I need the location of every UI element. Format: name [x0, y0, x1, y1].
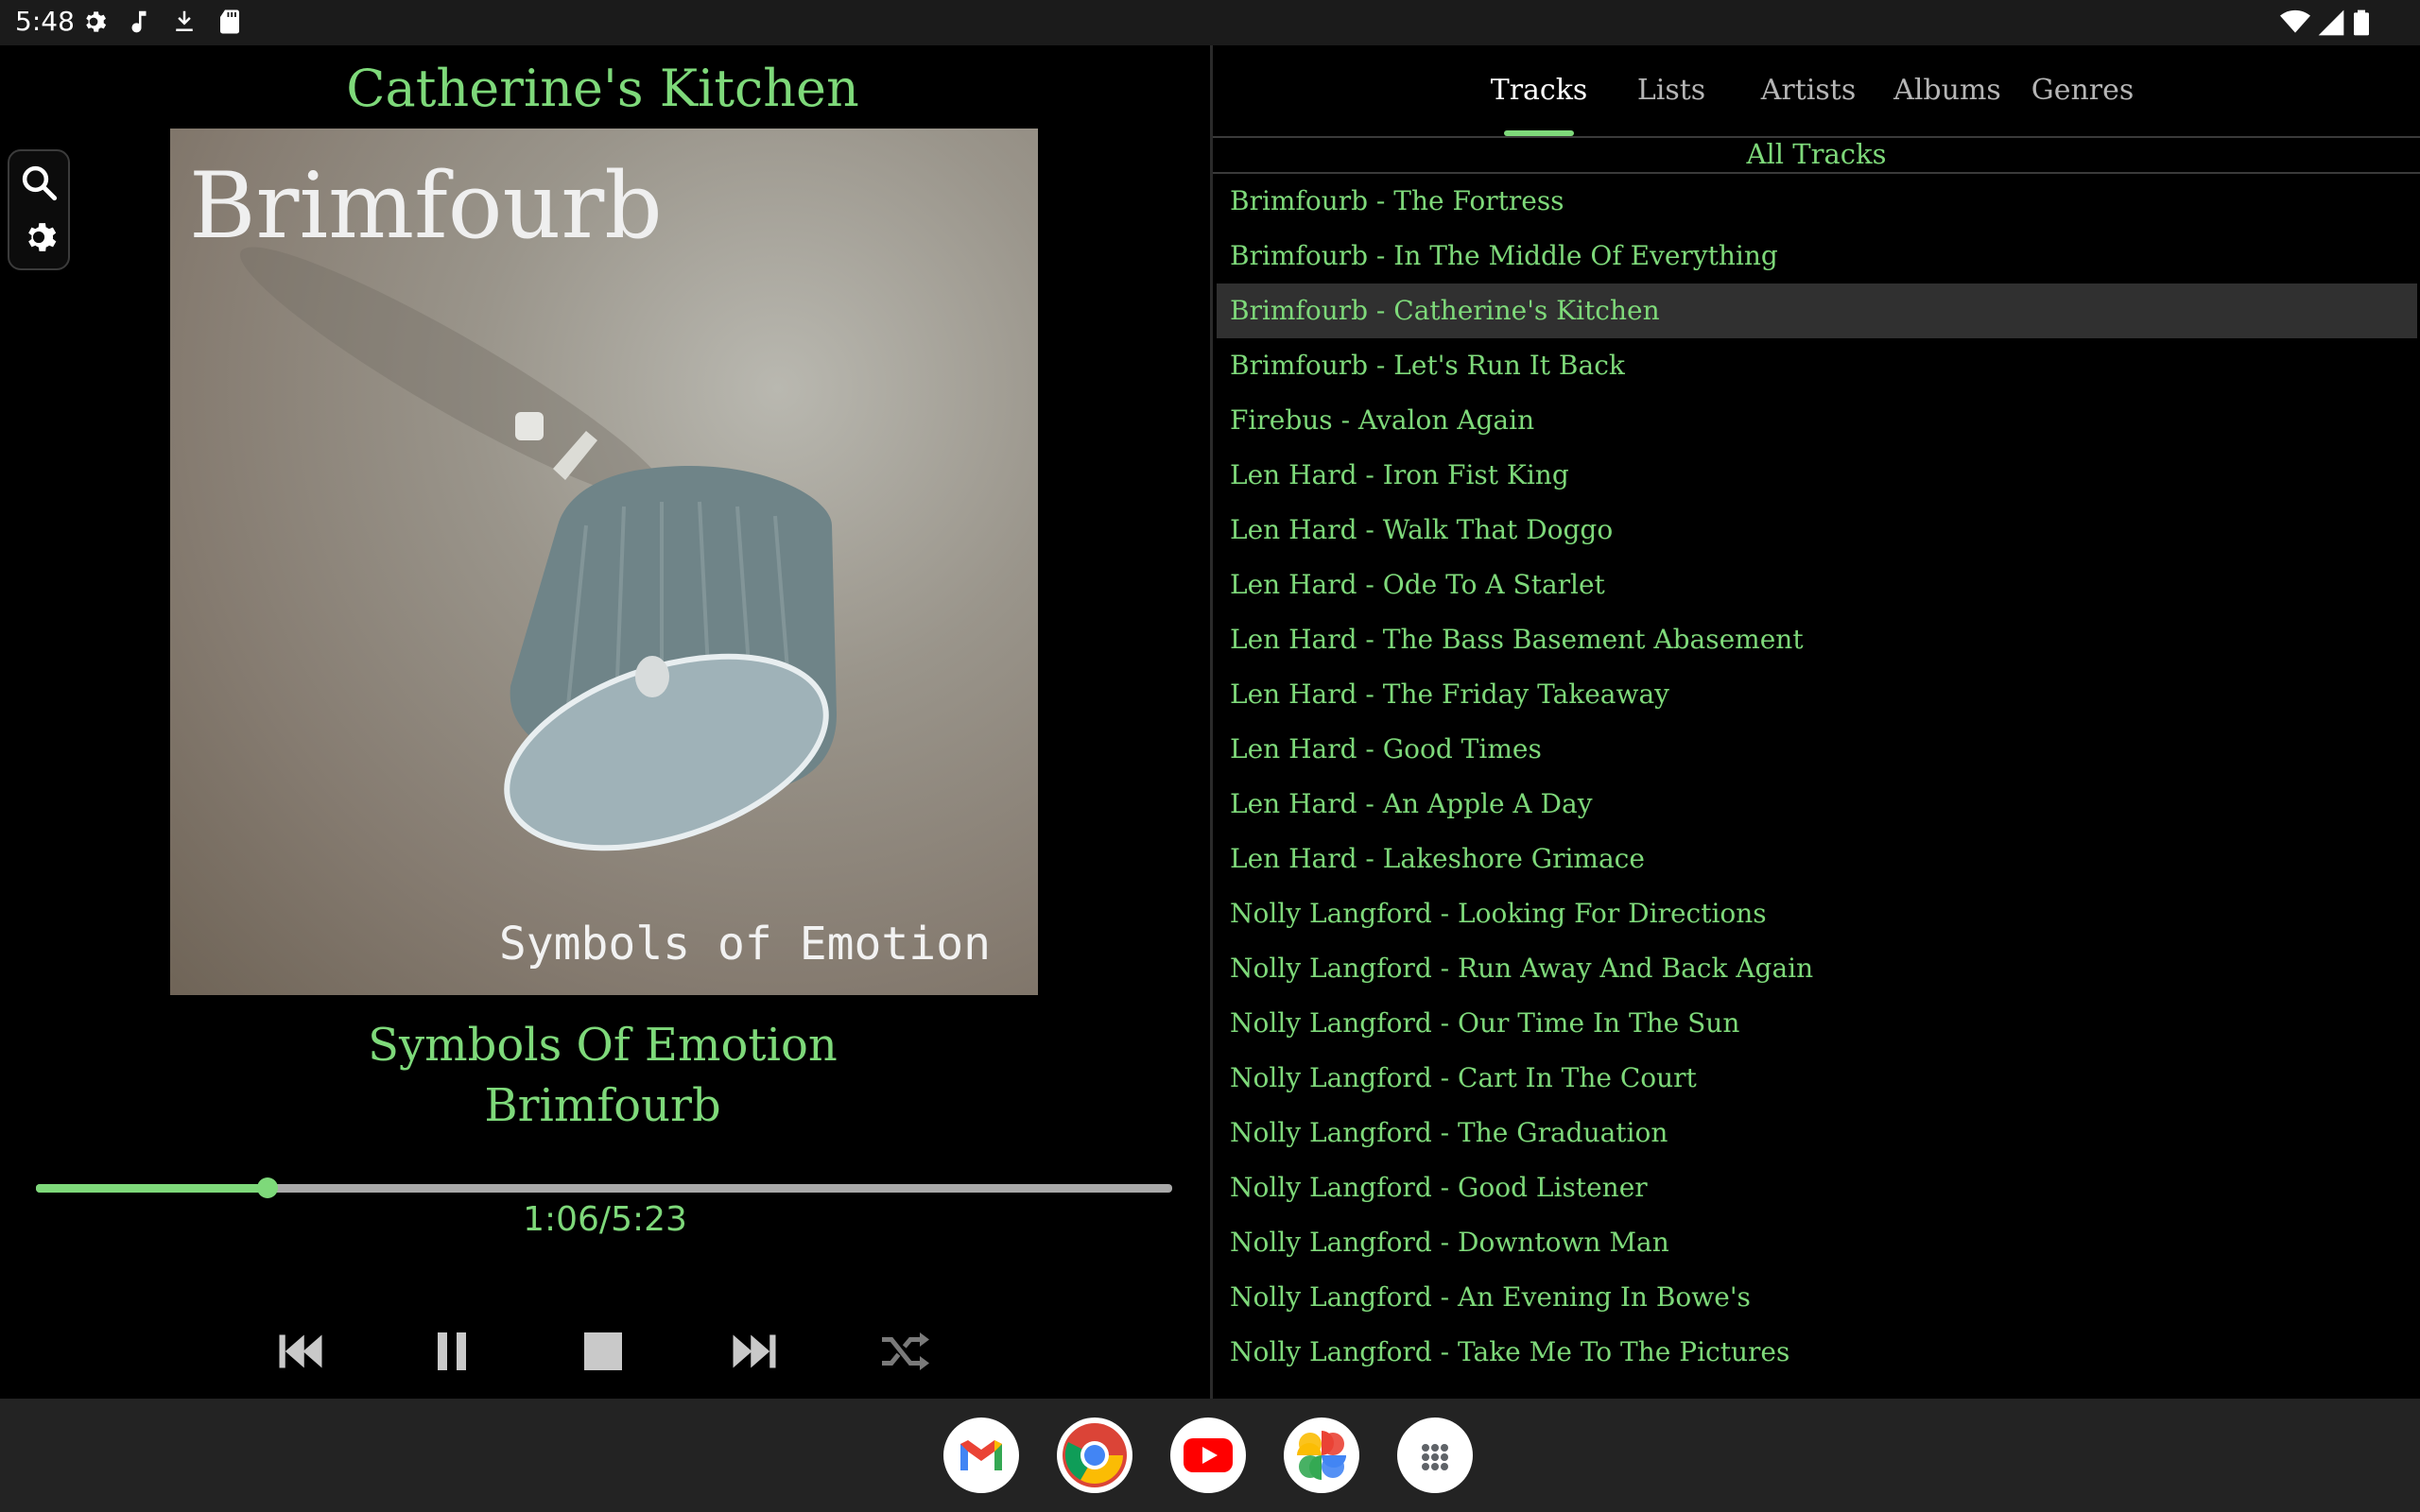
track-row[interactable]: Nolly Langford - The Graduation [1217, 1106, 2417, 1160]
track-row[interactable]: Len Hard - An Apple A Day [1217, 777, 2417, 832]
track-row-label: Len Hard - The Friday Takeaway [1230, 679, 1669, 710]
app-drawer-icon[interactable] [1397, 1418, 1473, 1493]
track-row[interactable]: Len Hard - Lakeshore Grimace [1217, 832, 2417, 886]
cover-album-text: Symbols of Emotion [498, 918, 991, 971]
track-row-label: Brimfourb - The Fortress [1230, 185, 1564, 216]
album-cover-art: Brimfourb Symbols of Emotion [170, 129, 1038, 995]
track-row[interactable]: Firebus - Avalon Again [1217, 393, 2417, 448]
sd-card-icon [220, 9, 239, 34]
cover-artist-text: Brimfourb [189, 153, 663, 259]
wifi-icon [2280, 9, 2310, 33]
track-row[interactable]: Len Hard - Iron Fist King [1217, 448, 2417, 503]
seek-bar[interactable] [36, 1177, 1172, 1198]
track-row-label: Len Hard - Walk That Doggo [1230, 514, 1614, 545]
tab-lists[interactable]: Lists [1619, 74, 1723, 107]
photos-icon[interactable] [1284, 1418, 1359, 1493]
track-row-label: Nolly Langford - Take Me To The Pictures [1230, 1336, 1790, 1367]
track-row-label: Len Hard - An Apple A Day [1230, 788, 1593, 819]
tab-albums[interactable]: Albums [1886, 74, 2009, 107]
seek-bar-thumb[interactable] [257, 1177, 279, 1198]
track-row-label: Nolly Langford - Good Listener [1230, 1172, 1648, 1203]
track-row[interactable]: Len Hard - The Friday Takeaway [1217, 667, 2417, 722]
track-list[interactable]: Brimfourb - The Fortress Brimfourb - In T… [1213, 174, 2420, 1399]
track-row[interactable]: Nolly Langford - Our Time In The Sun [1217, 996, 2417, 1051]
chrome-icon[interactable] [1057, 1418, 1132, 1493]
seek-bar-progress [36, 1184, 268, 1193]
status-time: 5:48 [15, 6, 75, 37]
time-display: 1:06/5:23 [523, 1200, 687, 1239]
track-row-label: Len Hard - The Bass Basement Abasement [1230, 624, 1804, 655]
signal-icon [2318, 9, 2344, 36]
track-row[interactable]: Nolly Langford - Run Away And Back Again [1217, 941, 2417, 996]
track-row[interactable]: Nolly Langford - Looking For Directions [1217, 886, 2417, 941]
album-name: Symbols Of Emotion [368, 1019, 838, 1072]
tab-artists[interactable]: Artists [1752, 74, 1865, 107]
track-row-label: Brimfourb - Catherine's Kitchen [1230, 295, 1660, 326]
player-panel: Catherine's Kitchen Brimfourb Symbols of… [0, 45, 1210, 1399]
artist-name: Brimfourb [484, 1079, 721, 1132]
tab-genres[interactable]: Genres [2026, 74, 2139, 107]
now-playing-title: Catherine's Kitchen [346, 59, 859, 118]
settings-icon[interactable] [19, 217, 59, 257]
pause-icon[interactable] [424, 1323, 480, 1380]
shuffle-icon[interactable] [877, 1323, 934, 1380]
track-row-label: Nolly Langford - The Graduation [1230, 1117, 1668, 1148]
battery-icon [2354, 9, 2369, 36]
track-row-label: Nolly Langford - Run Away And Back Again [1230, 953, 1814, 984]
track-row-label: Len Hard - Ode To A Starlet [1230, 569, 1605, 600]
library-tabs: Tracks Lists Artists Albums Genres [1213, 45, 2420, 136]
track-row-label: Firebus - Avalon Again [1230, 404, 1535, 436]
track-row[interactable]: Nolly Langford - Good Listener [1217, 1160, 2417, 1215]
gmail-icon[interactable] [943, 1418, 1019, 1493]
track-row[interactable]: Brimfourb - In The Middle Of Everything [1217, 229, 2417, 284]
settings-gear-icon [86, 11, 107, 32]
skip-previous-icon[interactable] [272, 1323, 329, 1380]
track-row[interactable]: Len Hard - Ode To A Starlet [1217, 558, 2417, 612]
track-row[interactable]: Nolly Langford - Downtown Man [1217, 1215, 2417, 1270]
track-row-label: Nolly Langford - Our Time In The Sun [1230, 1007, 1740, 1039]
track-row-label: Nolly Langford - Downtown Man [1230, 1227, 1669, 1258]
track-row[interactable]: Brimfourb - The Fortress [1217, 174, 2417, 229]
track-row[interactable]: Len Hard - Walk That Doggo [1217, 503, 2417, 558]
library-panel: Tracks Lists Artists Albums Genres All T… [1213, 45, 2420, 1399]
track-row-label: Brimfourb - Let's Run It Back [1230, 350, 1625, 381]
track-row[interactable]: Nolly Langford - An Evening In Bowe's [1217, 1270, 2417, 1325]
track-row-label: Len Hard - Good Times [1230, 733, 1542, 765]
skip-next-icon[interactable] [726, 1323, 783, 1380]
list-heading: All Tracks [1746, 138, 1887, 170]
track-row[interactable]: Len Hard - Good Times [1217, 722, 2417, 777]
tab-tracks[interactable]: Tracks [1487, 74, 1591, 107]
track-row-label: Nolly Langford - An Evening In Bowe's [1230, 1281, 1751, 1313]
track-row[interactable]: Nolly Langford - Take Me To The Pictures [1217, 1325, 2417, 1380]
track-row-label: Nolly Langford - Looking For Directions [1230, 898, 1767, 929]
track-row-label: Brimfourb - In The Middle Of Everything [1230, 240, 1778, 271]
track-row-label: Len Hard - Iron Fist King [1230, 459, 1569, 490]
track-row-label: Len Hard - Lakeshore Grimace [1230, 843, 1645, 874]
music-note-icon [131, 10, 147, 33]
search-icon[interactable] [19, 163, 59, 202]
side-toolbar [8, 149, 70, 270]
track-row[interactable]: Len Hard - The Bass Basement Abasement [1217, 612, 2417, 667]
youtube-icon[interactable] [1170, 1418, 1246, 1493]
track-row[interactable]: Brimfourb - Let's Run It Back [1217, 338, 2417, 393]
download-icon [176, 10, 193, 31]
track-row-label: Nolly Langford - Cart In The Court [1230, 1062, 1697, 1093]
track-row[interactable]: Brimfourb - Catherine's Kitchen [1217, 284, 2417, 338]
taskbar-dock [0, 1399, 2420, 1512]
track-row[interactable]: Nolly Langford - Cart In The Court [1217, 1051, 2417, 1106]
stop-icon[interactable] [575, 1323, 631, 1380]
status-bar: 5:48 [0, 0, 2420, 45]
